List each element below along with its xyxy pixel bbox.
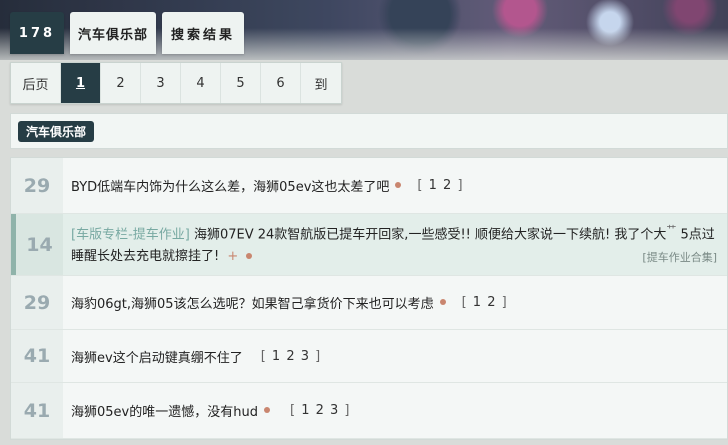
thread-body: [车版专栏-提车作业] 海狮07EV 24款智航版已提车开回家,一些感受!! 顺… (63, 214, 727, 275)
new-dot-icon (263, 407, 270, 413)
thread-prefix[interactable]: [车版专栏-提车作业] (71, 227, 190, 242)
thread-body: 海狮ev这个启动键真绷不住了 [ 1 2 3 ] (63, 330, 727, 382)
goto-page-button[interactable]: 到 (301, 63, 341, 103)
thread-body: 海狮05ev的唯一遗憾，没有hud [ 1 2 3 ] (63, 383, 727, 438)
thread-pages: [ 1 2 ] (461, 295, 508, 310)
thread-title[interactable]: BYD低端车内饰为什么这么差，海狮05ev这也太差了吧 (71, 176, 389, 195)
breadcrumb-forum-name[interactable]: 汽车俱乐部 (70, 12, 156, 54)
thread-list: 29 BYD低端车内饰为什么这么差，海狮05ev这也太差了吧 [ 1 2 ] 1… (10, 157, 728, 440)
plus-icon: + (227, 249, 239, 265)
thread-title[interactable]: 海狮07EV 24款智航版已提车开回家,一些感受!! 顺便给大家说一下续航! 我… (194, 227, 666, 242)
breadcrumb: 178 汽车俱乐部 搜索结果 (10, 12, 244, 54)
page-5-button[interactable]: 5 (221, 63, 261, 103)
thread-title[interactable]: 海狮ev这个启动键真绷不住了 (71, 347, 243, 366)
title-sup: 艹 (666, 225, 677, 236)
thread-pages: [ 1 2 3 ] (289, 403, 351, 418)
reply-count: 41 (11, 383, 63, 438)
thread-title[interactable]: 海狮05ev的唯一遗憾，没有hud (71, 401, 258, 420)
thread-title[interactable]: 海豹06gt,海狮05该怎么选呢？如果智己拿货价下来也可以考虑 (71, 293, 434, 312)
reply-count: 29 (11, 158, 63, 213)
page-6-button[interactable]: 6 (261, 63, 301, 103)
page-2-button[interactable]: 2 (101, 63, 141, 103)
new-dot-icon (246, 253, 253, 260)
thread-pages: [ 1 2 3 ] (260, 348, 322, 364)
reply-count: 14 (11, 214, 63, 275)
thread-row[interactable]: 41 海狮05ev的唯一遗憾，没有hud [ 1 2 3 ] (11, 383, 727, 439)
thread-page-links[interactable]: 1 2 3 (301, 403, 339, 418)
prev-page-button[interactable]: 后页 (11, 63, 61, 103)
thread-row[interactable]: 41 海狮ev这个启动键真绷不住了 [ 1 2 3 ] (11, 330, 727, 383)
page-1-button[interactable]: 1 (61, 63, 101, 103)
page-4-button[interactable]: 4 (181, 63, 221, 103)
forum-label-bar: 汽车俱乐部 (10, 113, 728, 149)
thread-body: 海豹06gt,海狮05该怎么选呢？如果智己拿货价下来也可以考虑 [ 1 2 ] (63, 276, 727, 329)
breadcrumb-search-results[interactable]: 搜索结果 (162, 12, 244, 54)
thread-row[interactable]: 29 BYD低端车内饰为什么这么差，海狮05ev这也太差了吧 [ 1 2 ] (11, 158, 727, 214)
breadcrumb-forum-id[interactable]: 178 (10, 12, 64, 54)
pagination: 后页 1 2 3 4 5 6 到 (10, 62, 342, 104)
reply-count: 29 (11, 276, 63, 329)
new-dot-icon (439, 299, 446, 305)
thread-page-links[interactable]: 1 2 (473, 295, 497, 310)
thread-collection-tag[interactable]: [提车作业合集] (642, 249, 717, 265)
thread-row[interactable]: 29 海豹06gt,海狮05该怎么选呢？如果智己拿货价下来也可以考虑 [ 1 2… (11, 276, 727, 330)
page-3-button[interactable]: 3 (141, 63, 181, 103)
reply-count: 41 (11, 330, 63, 382)
thread-page-links[interactable]: 1 2 (429, 178, 453, 193)
thread-pages: [ 1 2 ] (417, 178, 464, 193)
forum-tag[interactable]: 汽车俱乐部 (18, 120, 95, 142)
thread-page-links[interactable]: 1 2 3 (272, 349, 310, 364)
thread-row-featured[interactable]: 14 [车版专栏-提车作业] 海狮07EV 24款智航版已提车开回家,一些感受!… (11, 214, 727, 276)
thread-body: BYD低端车内饰为什么这么差，海狮05ev这也太差了吧 [ 1 2 ] (63, 158, 727, 213)
new-dot-icon (395, 182, 402, 188)
